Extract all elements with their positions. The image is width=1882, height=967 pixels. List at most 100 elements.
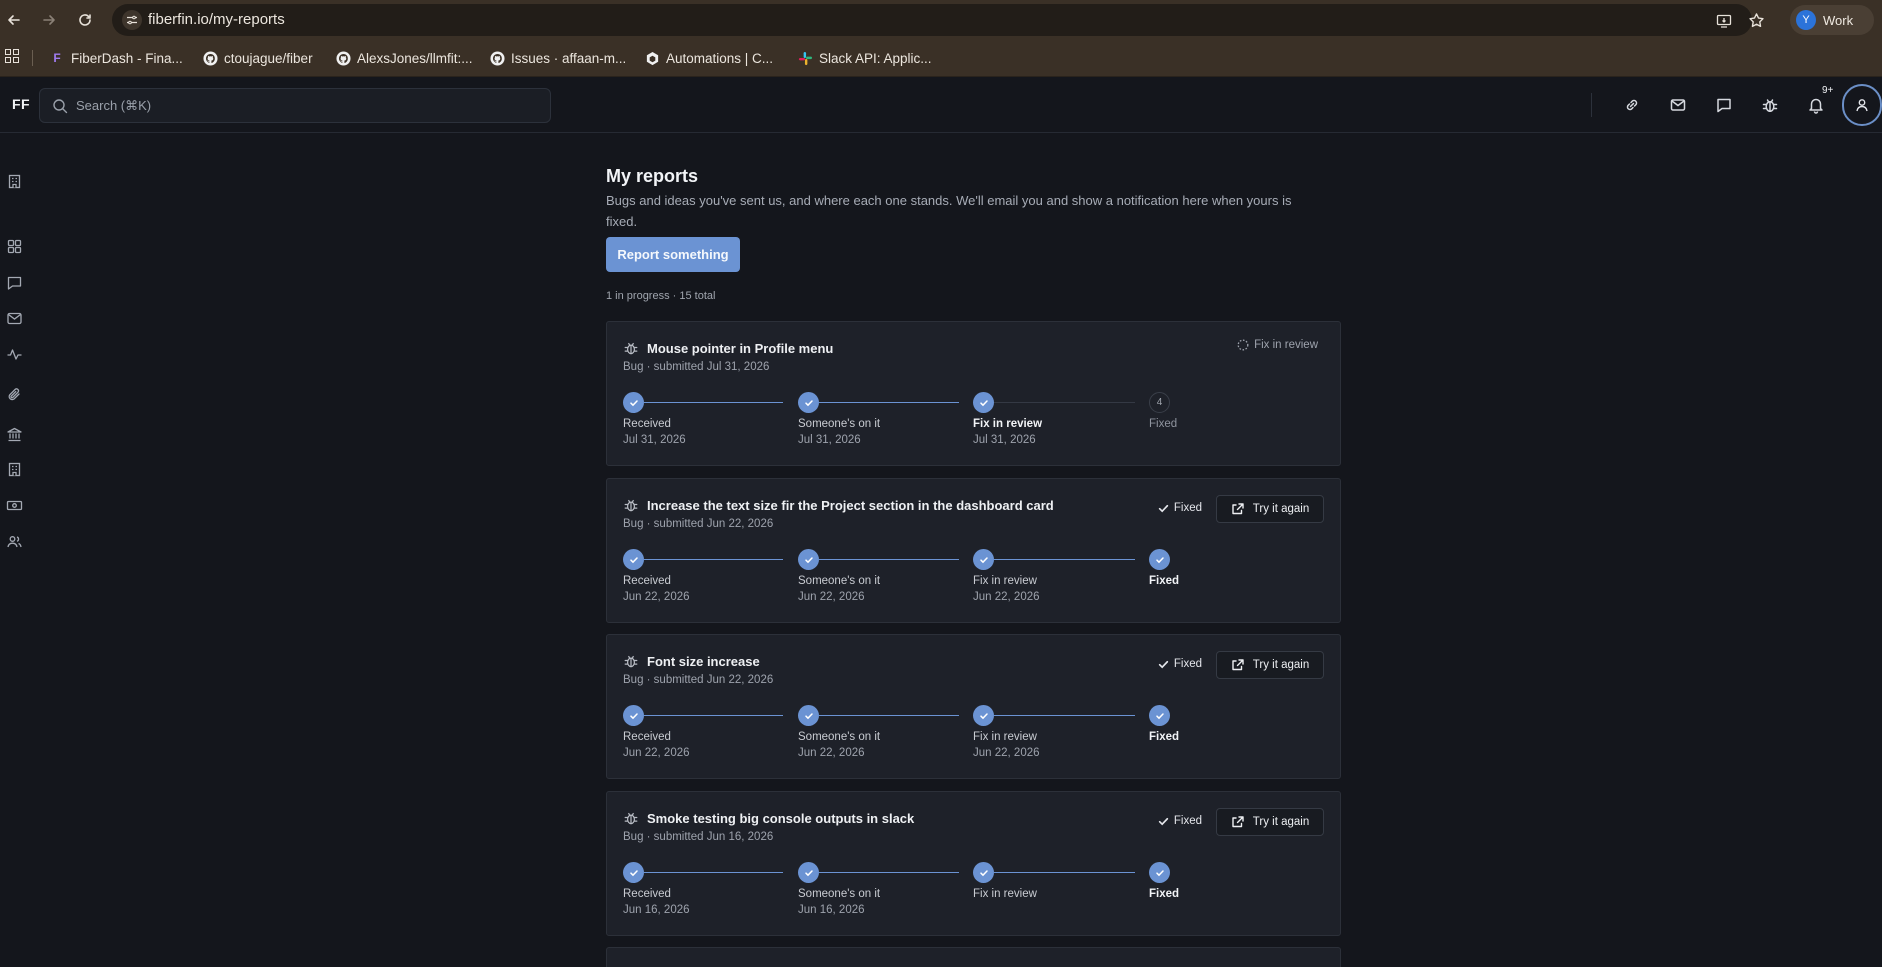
bookmark-ctoujague-fiber[interactable]: ctoujague/fiber xyxy=(202,49,313,67)
track-line xyxy=(819,559,959,560)
step-number: 4 xyxy=(1149,392,1170,413)
grid-icon[interactable] xyxy=(6,238,23,255)
avatar: Y xyxy=(1796,10,1816,30)
message-icon[interactable] xyxy=(1714,95,1734,115)
install-app-icon[interactable] xyxy=(1716,13,1734,31)
try-it-again-button[interactable]: Try it again xyxy=(1216,651,1324,679)
bookmark-label: ctoujague/fiber xyxy=(224,50,313,66)
try-it-again-button[interactable]: Try it again xyxy=(1216,808,1324,836)
step-check-icon xyxy=(973,705,994,726)
status-label: Fixed xyxy=(1173,815,1202,827)
step-check-icon xyxy=(1149,862,1170,883)
track-line xyxy=(644,402,783,403)
bookmark-slack-api[interactable]: Slack API: Applic... xyxy=(797,49,932,67)
bell-icon[interactable] xyxy=(1806,95,1826,115)
report-something-button[interactable]: Report something xyxy=(606,237,740,272)
forward-button[interactable] xyxy=(37,8,61,32)
report-card[interactable]: Font size increase Bug · submitted Jun 2… xyxy=(606,634,1341,779)
track-line xyxy=(644,559,783,560)
bug-icon xyxy=(623,340,639,356)
step-check-icon xyxy=(1149,549,1170,570)
report-meta: Bug · submitted Jul 31, 2026 xyxy=(623,361,770,373)
report-card[interactable] xyxy=(606,947,1341,967)
step-label: Someone's on it xyxy=(798,575,881,587)
report-card[interactable]: Increase the text size fir the Project s… xyxy=(606,478,1341,623)
bookmarks-divider xyxy=(32,50,33,66)
search-input[interactable] xyxy=(76,89,536,122)
message-icon[interactable] xyxy=(6,274,23,291)
notification-count: 9+ xyxy=(1822,85,1834,96)
step-date: Jun 22, 2026 xyxy=(623,747,690,759)
apps-grid-icon[interactable] xyxy=(5,49,21,65)
bookmark-automations[interactable]: Automations | C... xyxy=(644,49,773,67)
step-check-icon xyxy=(623,392,644,413)
step-label: Received xyxy=(623,575,671,587)
back-button[interactable] xyxy=(2,8,26,32)
step-label: Someone's on it xyxy=(798,418,881,430)
bug-icon xyxy=(623,810,639,826)
money-icon[interactable] xyxy=(6,497,23,514)
reload-icon xyxy=(79,14,91,26)
url-text[interactable]: fiberfin.io/my-reports xyxy=(148,11,285,28)
sidebar xyxy=(0,134,30,967)
profile-button[interactable]: Y Work xyxy=(1790,5,1874,35)
track-line xyxy=(819,872,959,873)
status-label: Fix in review xyxy=(1254,339,1318,351)
link-icon[interactable] xyxy=(1622,95,1642,115)
track-line xyxy=(994,559,1135,560)
arrow-left-icon xyxy=(8,15,20,25)
status-badge: Fixed xyxy=(1158,658,1202,670)
bookmark-fiberdash[interactable]: F FiberDash - Fina... xyxy=(49,49,182,67)
account-button[interactable] xyxy=(1842,84,1882,126)
step-date: Jul 31, 2026 xyxy=(973,434,1036,446)
try-it-again-label: Try it again xyxy=(1252,816,1310,828)
building-icon[interactable] xyxy=(6,461,23,478)
building-icon[interactable] xyxy=(6,173,23,190)
report-card[interactable]: Mouse pointer in Profile menu Bug · subm… xyxy=(606,321,1341,466)
bookmark-alexsjones-llmfit[interactable]: AlexsJones/llmfit:... xyxy=(335,49,473,67)
check-icon xyxy=(1158,817,1169,825)
reload-button[interactable] xyxy=(73,8,97,32)
bug-icon xyxy=(623,653,639,669)
address-bar[interactable]: fiberfin.io/my-reports xyxy=(112,4,1764,36)
progress-track: 4 Received Someone's on it Fix in review… xyxy=(607,392,1342,452)
page-subtitle: Bugs and ideas you've sent us, and where… xyxy=(606,193,1292,229)
try-it-again-label: Try it again xyxy=(1252,503,1310,515)
search-icon xyxy=(52,98,68,114)
star-icon[interactable] xyxy=(1748,12,1766,30)
search-box[interactable] xyxy=(39,88,551,123)
track-line xyxy=(994,402,1135,403)
mail-icon[interactable] xyxy=(1668,95,1688,115)
step-check-icon xyxy=(973,549,994,570)
try-it-again-button[interactable]: Try it again xyxy=(1216,495,1324,523)
automations-favicon xyxy=(644,50,660,66)
step-label: Fixed xyxy=(1149,731,1180,743)
paperclip-icon[interactable] xyxy=(6,386,23,403)
step-label: Someone's on it xyxy=(798,731,881,743)
bookmark-label: Slack API: Applic... xyxy=(819,50,932,66)
reports-summary: 1 in progress · 15 total xyxy=(606,290,716,302)
bookmark-label: Automations | C... xyxy=(666,50,774,66)
site-settings-icon[interactable] xyxy=(122,10,142,30)
bookmark-issues[interactable]: Issues · affaan-m... xyxy=(489,49,626,67)
app-header: FF 9+ xyxy=(0,77,1882,133)
report-title: Increase the text size fir the Project s… xyxy=(647,498,1054,513)
report-card[interactable]: Smoke testing big console outputs in sla… xyxy=(606,791,1341,936)
external-link-icon xyxy=(1232,503,1244,515)
users-icon[interactable] xyxy=(6,533,23,550)
track-line xyxy=(819,402,959,403)
step-check-icon xyxy=(973,862,994,883)
activity-icon[interactable] xyxy=(6,346,23,363)
app-logo[interactable]: FF xyxy=(12,96,30,112)
step-date: Jun 22, 2026 xyxy=(973,591,1040,603)
step-label: Received xyxy=(623,418,671,430)
bug-icon[interactable] xyxy=(1760,95,1780,115)
step-date: Jun 22, 2026 xyxy=(973,747,1040,759)
status-badge: Fixed xyxy=(1158,815,1202,827)
step-check-icon xyxy=(798,862,819,883)
fiberdash-favicon: F xyxy=(53,51,61,65)
bank-icon[interactable] xyxy=(6,426,23,443)
browser-toolbar: fiberfin.io/my-reports Y Work xyxy=(0,0,1882,40)
mail-icon[interactable] xyxy=(6,310,23,327)
step-label: Received xyxy=(623,888,671,900)
